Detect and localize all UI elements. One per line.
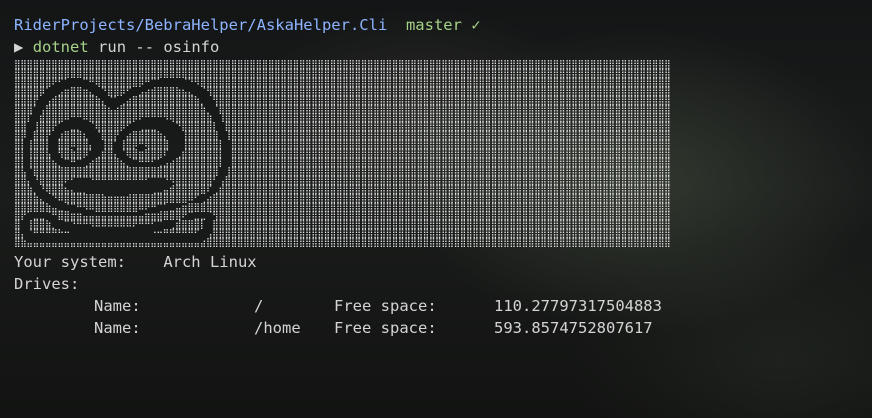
drive-row: Name: / Free space: 110.27797317504883 xyxy=(14,295,858,317)
system-label: Your system: xyxy=(14,253,126,272)
drive-space-value: 110.27797317504883 xyxy=(494,297,662,316)
git-clean-icon: ✓ xyxy=(471,16,481,34)
drive-name: / xyxy=(254,297,264,316)
command-args: run -- osinfo xyxy=(98,38,220,56)
drives-header: Drives: xyxy=(14,273,858,295)
drive-name-label: Name: xyxy=(94,319,141,338)
drives-label: Drives: xyxy=(14,275,80,294)
prompt-line: RiderProjects/BebraHelper/AskaHelper.Cli… xyxy=(14,14,858,36)
terminal-window[interactable]: RiderProjects/BebraHelper/AskaHelper.Cli… xyxy=(14,14,858,406)
drive-space-value: 593.8574752807617 xyxy=(494,319,653,338)
drive-space-label: Free space: xyxy=(334,297,437,316)
system-value: Arch Linux xyxy=(163,253,257,272)
prompt-arrow-icon: ▶ xyxy=(14,38,24,56)
drive-space-label: Free space: xyxy=(334,319,437,338)
git-branch: master xyxy=(405,16,462,34)
drive-name: /home xyxy=(254,319,301,338)
drive-row: Name: /home Free space: 593.857475280761… xyxy=(14,317,858,339)
command-line: ▶ dotnet run -- osinfo xyxy=(14,36,858,58)
drive-name-label: Name: xyxy=(94,297,141,316)
system-line: Your system: Arch Linux xyxy=(14,251,858,273)
arch-logo-ascii-art: ⣿⣿⣿⣿⣿⣿⣿⣿⣿⣿⣿⣿⣿⣿⣿⣿⣿⣿⣿⣿⣿⣿⣿⣿⣿⣿⣿⣿⣿⣿⣿⣿⣿⣿⣿⣿⣿⣿⣿⣿… xyxy=(14,60,671,249)
cwd-path: RiderProjects/BebraHelper/AskaHelper.Cli xyxy=(14,16,388,34)
command-name: dotnet xyxy=(32,38,89,56)
